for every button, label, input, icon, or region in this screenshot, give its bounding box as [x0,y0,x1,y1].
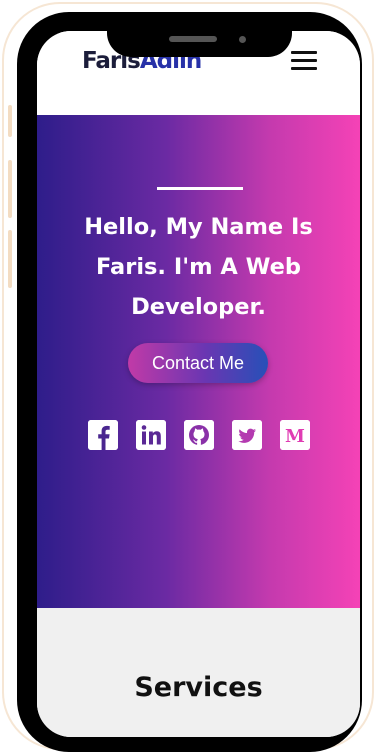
twitter-icon[interactable] [232,420,262,450]
linkedin-icon[interactable] [136,420,166,450]
phone-speaker [169,36,217,42]
phone-camera [239,36,246,43]
svg-text:M: M [285,426,305,447]
phone-screen: FarisAdlin Hello, My Name Is Faris. I'm … [37,31,360,737]
facebook-icon[interactable] [88,420,118,450]
services-section: Services [37,608,360,737]
hero-divider [157,187,243,190]
contact-me-button[interactable]: Contact Me [128,343,268,383]
github-icon[interactable] [184,420,214,450]
services-heading: Services [134,672,263,703]
hero-section: Hello, My Name Is Faris. I'm A Web Devel… [37,115,360,608]
phone-notch [107,12,292,57]
hero-title: Hello, My Name Is Faris. I'm A Web Devel… [84,214,313,320]
phone-volume-down-button [8,230,12,288]
hamburger-menu-icon[interactable] [291,51,317,71]
phone-silent-switch [8,105,12,137]
phone-volume-up-button [8,160,12,218]
medium-icon[interactable]: M [280,420,310,450]
